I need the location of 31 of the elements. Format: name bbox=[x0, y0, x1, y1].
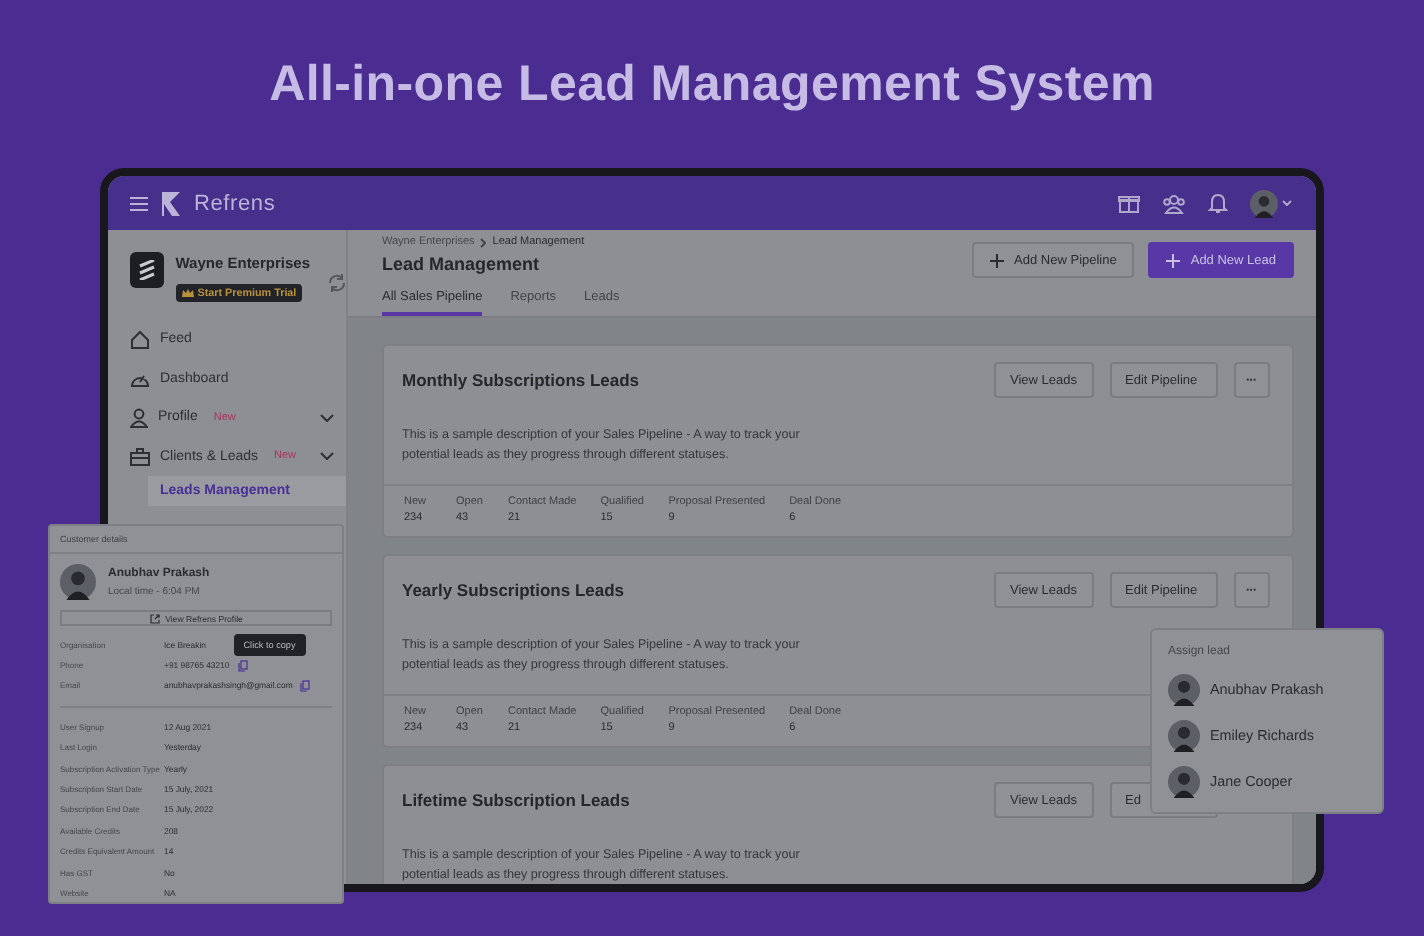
chevron-icon bbox=[320, 413, 334, 422]
stripes-icon bbox=[137, 260, 156, 280]
avatar-icon bbox=[1168, 765, 1200, 797]
crown-icon bbox=[181, 288, 194, 298]
pipeline-title: Lifetime Subscription Leads bbox=[402, 790, 632, 810]
bell-icon bbox=[1208, 192, 1228, 214]
refresh-icon bbox=[328, 274, 346, 292]
page-title: Lead Management bbox=[382, 254, 542, 274]
pipeline-title: Yearly Subscriptions Leads bbox=[402, 580, 627, 600]
copy-icon[interactable] bbox=[300, 679, 311, 692]
brand-name: Refrens bbox=[194, 191, 276, 215]
copy-icon[interactable] bbox=[237, 659, 248, 672]
chevron-icon bbox=[320, 452, 334, 461]
home-icon bbox=[130, 329, 150, 350]
briefcase-icon bbox=[130, 447, 150, 466]
chevron-right-icon bbox=[480, 237, 487, 247]
avatar-icon bbox=[1168, 719, 1200, 751]
logo-icon bbox=[160, 191, 182, 215]
plus-icon bbox=[1166, 253, 1181, 267]
caret-icon bbox=[1282, 200, 1292, 206]
external-link-icon bbox=[149, 613, 160, 623]
people-icon bbox=[1162, 193, 1186, 213]
menu-icon bbox=[130, 195, 148, 211]
person-icon bbox=[130, 407, 148, 428]
avatar-icon bbox=[60, 564, 96, 600]
headline: All-in-one Lead Management System bbox=[269, 55, 1155, 113]
gift-icon bbox=[1118, 192, 1140, 214]
avatar-icon bbox=[1168, 673, 1200, 705]
pipeline-title: Monthly Subscriptions Leads bbox=[402, 370, 642, 390]
avatar-icon bbox=[1250, 189, 1278, 217]
plus-icon bbox=[990, 253, 1005, 267]
